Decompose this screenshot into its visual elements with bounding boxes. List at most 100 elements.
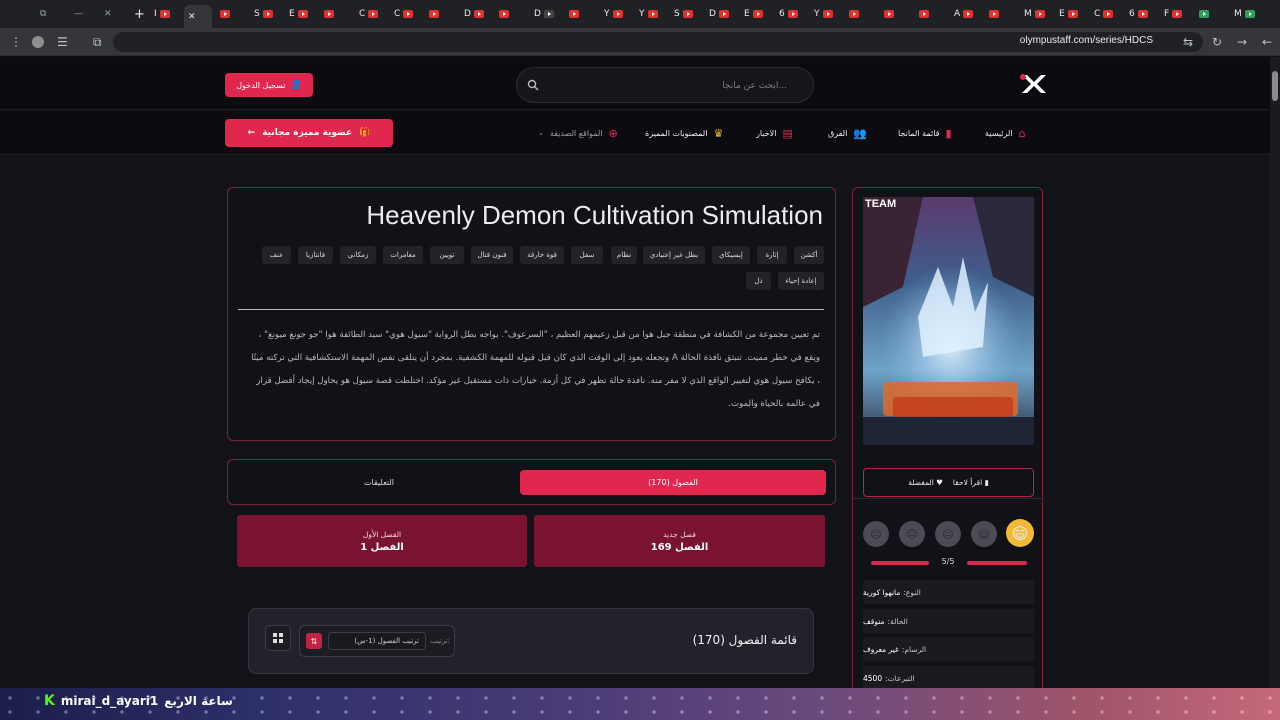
genre-tag[interactable]: مغامرات [383, 246, 423, 264]
nav-news[interactable]: الاخبار ▤ [756, 124, 793, 142]
browser-tab[interactable]: E [285, 5, 315, 23]
rating-bar [967, 561, 1027, 565]
genre-tag[interactable]: بطل غير إعتيادي [643, 246, 705, 264]
new-chapter-button[interactable]: فصل جديد الفصل 169 [534, 515, 825, 567]
browser-tab[interactable]: I [150, 5, 180, 23]
browser-tab[interactable]: S [250, 5, 280, 23]
sort-select[interactable]: ترتيب الفصول (1-س) [328, 632, 426, 650]
bookmark-icon: ▮ [984, 478, 989, 487]
browser-tab[interactable]: D [460, 5, 490, 23]
genre-tag[interactable]: ذل [746, 272, 771, 290]
browser-tab[interactable]: C [1090, 5, 1120, 23]
browser-tab[interactable] [216, 5, 246, 23]
nav-home[interactable]: الرئيسية ⌂ [985, 124, 1026, 142]
browser-tab[interactable] [495, 5, 525, 23]
browser-tab[interactable]: D [530, 5, 560, 23]
genre-tag[interactable]: قوة خارقة [520, 246, 564, 264]
browser-tab[interactable]: Y [810, 5, 840, 23]
address-bar: ⋮ ☰ ⧉ ☆ olympustaff.com/series/HDCS ⇆ ↻ … [0, 28, 1280, 56]
browser-tab[interactable] [845, 5, 875, 23]
user-icon: 👤 [290, 80, 302, 90]
genre-tag[interactable]: زمكاني [340, 246, 376, 264]
browser-tab[interactable]: E [740, 5, 770, 23]
first-chapter-button[interactable]: الفصل الأول الفصل 1 [237, 515, 527, 567]
tab-comments[interactable]: التعليقات [238, 470, 520, 495]
profile-avatar[interactable] [32, 36, 44, 48]
new-tab-button[interactable]: + [130, 5, 146, 23]
window-restore-icon[interactable]: ⧉ [36, 5, 56, 23]
browser-tab[interactable]: Y [600, 5, 630, 23]
browser-tab[interactable] [1195, 5, 1225, 23]
forward-icon[interactable]: → [1237, 34, 1247, 50]
menu-dots-icon[interactable]: ⋮ [10, 34, 22, 50]
genre-tag[interactable]: أكشن [794, 246, 824, 264]
browser-tab[interactable] [320, 5, 350, 23]
login-button[interactable]: تسجيل الدخول 👤 [225, 73, 313, 97]
extensions-icon[interactable]: ⧉ [93, 34, 102, 50]
url-field[interactable]: olympustaff.com/series/HDCS [113, 32, 1203, 52]
first-chapter-value: الفصل 1 [360, 541, 404, 553]
window-close-icon[interactable]: ✕ [100, 5, 120, 23]
back-icon[interactable]: ← [1262, 34, 1272, 50]
search-input[interactable] [547, 77, 787, 95]
browser-tab-active[interactable]: ✕ [184, 5, 212, 28]
free-premium-button[interactable]: ← عضوية مميزة مجانية 🎁 [225, 119, 393, 147]
search-icon[interactable] [527, 79, 539, 91]
genre-tag[interactable]: نظام [611, 246, 637, 264]
window-minimize-icon[interactable]: — [70, 5, 90, 23]
genre-tag[interactable]: عنف [262, 246, 291, 264]
info-type-key: النوع: [903, 587, 921, 597]
browser-tab[interactable] [425, 5, 455, 23]
browser-tab[interactable]: E [1055, 5, 1085, 23]
team-x-logo[interactable] [1018, 72, 1048, 96]
page-scrollbar[interactable] [1270, 57, 1280, 688]
browser-tab[interactable] [985, 5, 1015, 23]
genre-tag[interactable]: فنون قتال [471, 246, 513, 264]
genre-tag[interactable]: إثارة [757, 246, 787, 264]
genre-tag[interactable]: إيسيكاي [712, 246, 750, 264]
tab-chapters[interactable]: الفصول (170) [520, 470, 826, 495]
browser-tab[interactable]: F [1160, 5, 1190, 23]
rating-neutral-icon[interactable]: 😐 [935, 521, 961, 547]
reading-list-icon[interactable]: ☰ [57, 34, 68, 50]
browser-tab[interactable]: C [355, 5, 385, 23]
browser-tab[interactable]: C [390, 5, 420, 23]
site-header: تسجيل الدخول 👤 [0, 57, 1270, 110]
browser-tab[interactable]: D [705, 5, 735, 23]
rating-sad-icon[interactable]: ☹ [899, 521, 925, 547]
sort-direction-button[interactable]: ⇅ [306, 633, 322, 649]
nav-teams[interactable]: الفرق 👥 [828, 124, 867, 142]
nav-premium-works[interactable]: المصنوبات المميزة ♛ [645, 124, 723, 142]
rating-laugh-icon[interactable]: 😄 [1006, 519, 1034, 547]
genre-tag[interactable]: سقل [571, 246, 603, 264]
browser-tab[interactable]: Y [635, 5, 665, 23]
site-page: تسجيل الدخول 👤 الرئيسية ⌂ قائمة المانجا … [0, 57, 1270, 688]
rating-angry-icon[interactable]: ☹ [863, 521, 889, 547]
search-box [516, 67, 814, 103]
browser-tab[interactable] [880, 5, 910, 23]
browser-tab[interactable]: A [950, 5, 980, 23]
browser-tab[interactable]: 6 [775, 5, 805, 23]
read-later-button[interactable]: اقرأ لاحقا ▮ [953, 478, 989, 487]
nav-friend-sites-label: المواقع الصديقة [549, 128, 603, 138]
site-settings-icon[interactable]: ⇆ [1183, 34, 1193, 50]
grid-view-button[interactable] [265, 625, 291, 651]
genre-tag[interactable]: تويين [430, 246, 464, 264]
browser-tab[interactable]: M [1230, 5, 1260, 23]
reload-icon[interactable]: ↻ [1212, 34, 1222, 50]
favorite-button[interactable]: المفضلة ♥ [908, 478, 943, 487]
browser-tab[interactable]: S [670, 5, 700, 23]
genre-tag[interactable]: إعادة إحياء [778, 272, 824, 290]
series-info-card: Heavenly Demon Cultivation Simulation أك… [227, 187, 836, 441]
read-later-label: اقرأ لاحقا [952, 478, 983, 487]
browser-tab[interactable]: 6 [1125, 5, 1155, 23]
scrollbar-thumb[interactable] [1272, 71, 1278, 101]
browser-tab[interactable]: M [1020, 5, 1050, 23]
info-status-value: متوقف [863, 616, 885, 626]
nav-friend-sites[interactable]: ⌄ المواقع الصديقة ⊕ [538, 124, 618, 142]
nav-manga-list[interactable]: قائمة المانجا ▮ [898, 124, 952, 142]
browser-tab[interactable] [565, 5, 595, 23]
genre-tag[interactable]: فانتازيا [298, 246, 333, 264]
browser-tab[interactable] [915, 5, 945, 23]
rating-smile-icon[interactable]: ☺ [971, 521, 997, 547]
